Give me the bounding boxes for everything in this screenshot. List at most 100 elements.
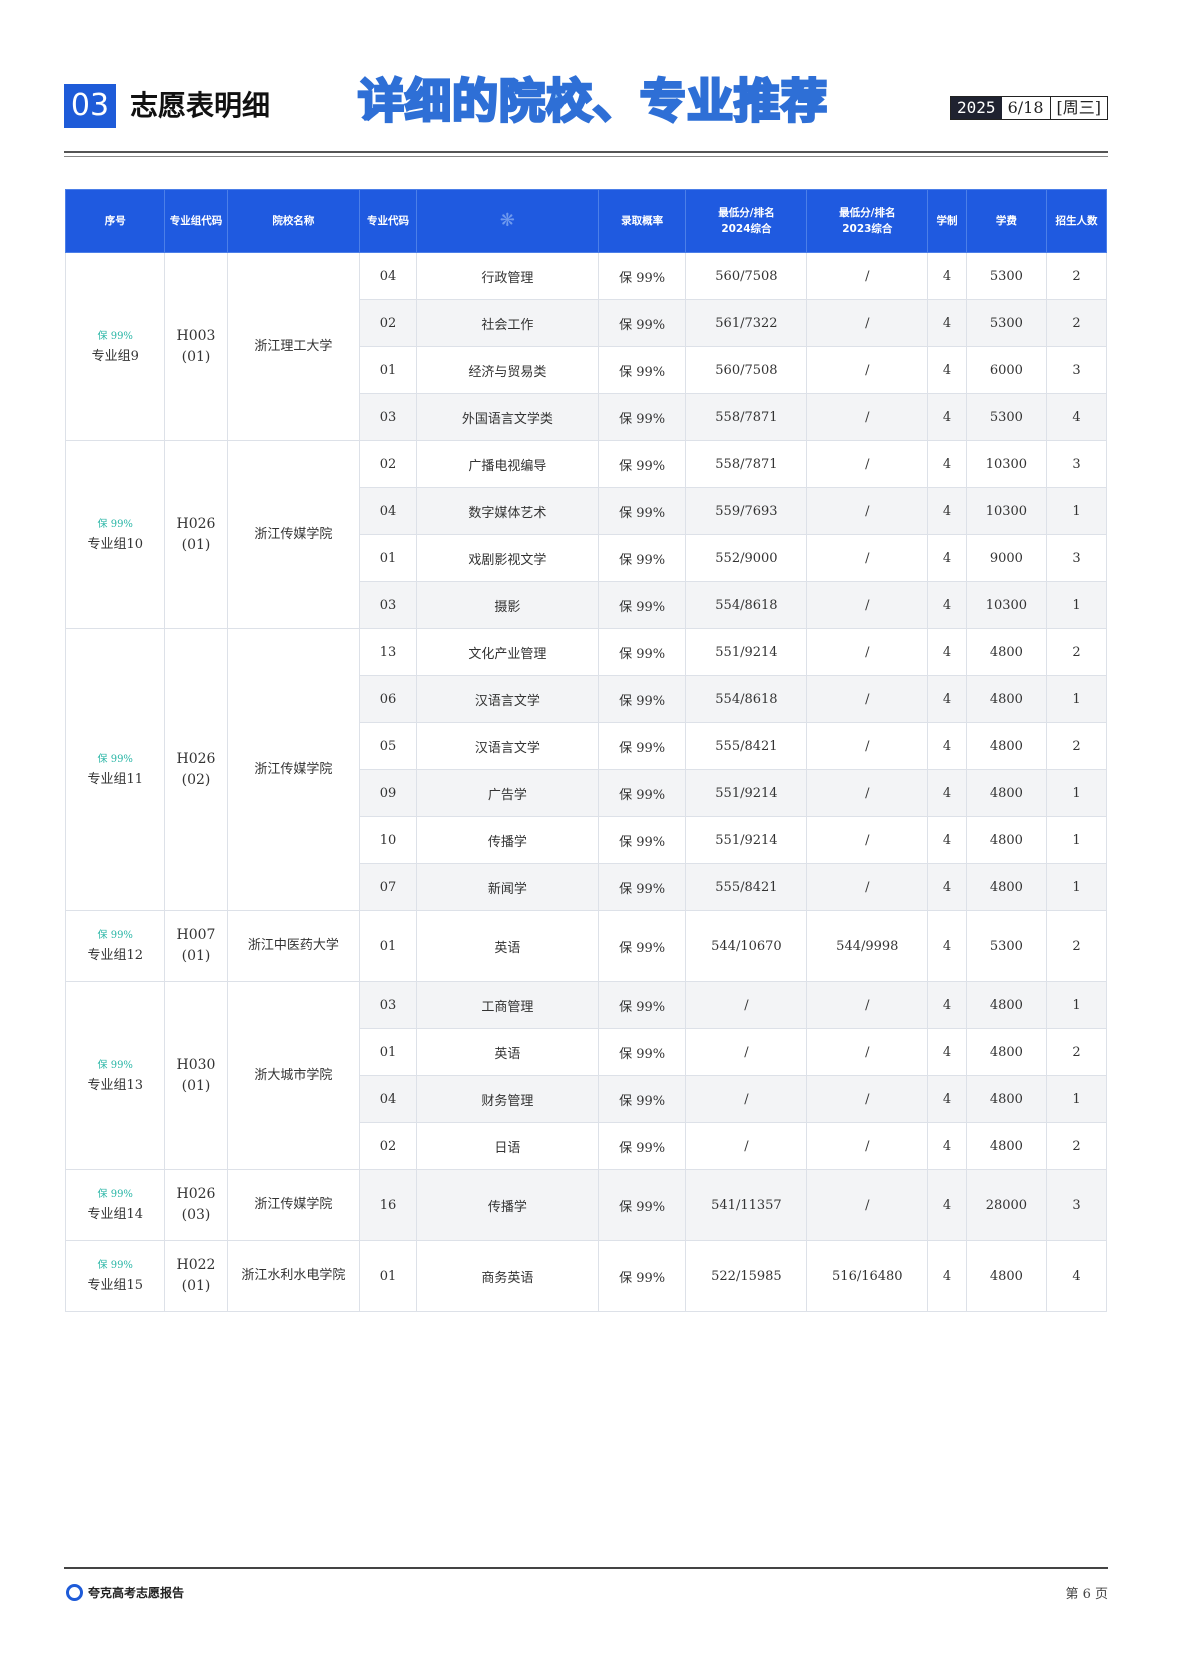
school-name: 浙大城市学院 [226,981,361,1170]
enrollment-quota: 1 [1046,675,1107,723]
score-rank-2023: / [806,487,929,535]
enrollment-quota: 3 [1046,1169,1107,1241]
group-name: 专业组13 [87,1077,144,1093]
score-rank-2023: / [806,816,929,864]
probability-badge: 保 99% [97,1059,133,1071]
column-header: 专业代码 [359,189,417,253]
group-name: 专业组12 [87,948,144,963]
group-index-cell: 保 99% 专业组11 [64,628,166,911]
major-code: 01 [359,346,417,394]
major-code: 05 [359,722,417,770]
tuition-fee: 5300 [965,910,1048,982]
major-code: 13 [359,628,417,676]
admission-probability: 保 99% [597,1028,687,1076]
column-header: 学制 [927,189,967,253]
page-header: 03 志愿表明细 详细的院校、专业推荐 2025 6/18 [周三] [64,73,1108,132]
table-row: 保 99% 专业组11 H026 (02) 浙江传媒学院 13 文化产业管理保 99% 551… [64,628,1107,911]
tuition-fee: 4800 [965,1240,1048,1312]
date-day: 6/18 [1007,98,1044,117]
group-index-cell: 保 99% 专业组10 [64,440,166,629]
admission-probability: 保 99% [597,299,687,347]
major-code: 02 [359,440,417,488]
footer-brand-text: 夸克高考志愿报告 [88,1586,185,1600]
section-title: 志愿表明细 [130,89,271,122]
score-rank-2023: / [806,1169,929,1241]
table-row: 保 99% 专业组10 H026 (01) 浙江传媒学院 02 广播电视编导保 99% 558… [64,440,1107,629]
study-years: 4 [927,628,967,676]
table-row: 保 99% 专业组14 H026 (03) 浙江传媒学院 16 传播学保 99% 541/11… [64,1169,1107,1241]
score-rank-2024: 558/7871 [685,393,808,441]
major-name: 文化产业管理 [415,628,599,676]
probability-badge: 保 99% [97,1189,133,1200]
major-name: 英语 [415,910,599,982]
major-name: 外国语言文学类 [415,393,599,441]
group-subcode: (01) [181,1077,211,1094]
score-rank-2024: 561/7322 [685,299,808,347]
score-rank-2024: / [685,981,808,1029]
tuition-fee: 4800 [965,675,1048,723]
group-subcode: (01) [181,348,211,365]
group-code-cell: H030 (01) [164,981,228,1170]
enrollment-quota: 2 [1046,252,1107,300]
school-name: 浙江传媒学院 [226,440,361,629]
admission-probability: 保 99% [597,581,687,629]
date-box: 2025 6/18 [周三] [950,96,1108,120]
admission-probability: 保 99% [597,816,687,864]
column-header: 专业组代码 [164,189,228,253]
enrollment-quota: 1 [1046,816,1107,864]
score-rank-2024: 558/7871 [685,440,808,488]
study-years: 4 [927,981,967,1029]
table-row: 保 99% 专业组13 H030 (01) 浙大城市学院 03 工商管理保 99% //4 48… [64,981,1107,1170]
score-rank-2023: / [806,1028,929,1076]
group-code-cell: H026 (01) [164,440,228,629]
major-name: 汉语言文学 [415,722,599,770]
probability-badge: 保 99% [97,1260,133,1271]
major-name: 社会工作 [415,299,599,347]
group-subcode: (01) [181,536,211,553]
score-rank-2024: / [685,1075,808,1123]
table-body: 保 99% 专业组9 H003 (01) 浙江理工大学 04 行政管理保 99% 560/75… [64,252,1107,1312]
study-years: 4 [927,1169,967,1241]
admission-probability: 保 99% [597,346,687,394]
major-code: 07 [359,863,417,911]
study-years: 4 [927,346,967,394]
score-rank-2024: 551/9214 [685,816,808,864]
score-rank-2024: 551/9214 [685,769,808,817]
score-rank-2024: 541/11357 [685,1169,808,1241]
major-code: 04 [359,252,417,300]
study-years: 4 [927,252,967,300]
tuition-fee: 5300 [965,299,1048,347]
enrollment-quota: 3 [1046,534,1107,582]
study-years: 4 [927,1075,967,1123]
admission-probability: 保 99% [597,981,687,1029]
group-subcode: (03) [181,1207,211,1223]
score-rank-2024: 555/8421 [685,722,808,770]
group-code-cell: H026 (02) [164,628,228,911]
major-name: 工商管理 [415,981,599,1029]
group-name: 专业组10 [87,536,144,552]
tuition-fee: 6000 [965,346,1048,394]
major-name: 新闻学 [415,863,599,911]
study-years: 4 [927,1028,967,1076]
score-rank-2024: 560/7508 [685,252,808,300]
enrollment-quota: 1 [1046,487,1107,535]
school-name: 浙江中医药大学 [226,910,361,982]
section-number: 03 [64,84,116,128]
admission-probability: 保 99% [597,910,687,982]
tuition-fee: 4800 [965,769,1048,817]
admission-probability: 保 99% [597,675,687,723]
group-name: 专业组14 [87,1207,144,1222]
score-rank-2023: / [806,346,929,394]
probability-badge: 保 99% [97,930,133,941]
group-code-cell: H003 (01) [164,252,228,441]
header-rule-thin [64,156,1108,157]
major-name: 戏剧影视文学 [415,534,599,582]
admission-probability: 保 99% [597,863,687,911]
study-years: 4 [927,816,967,864]
study-years: 4 [927,534,967,582]
study-years: 4 [927,1240,967,1312]
group-name: 专业组11 [87,771,144,787]
score-rank-2023: 544/9998 [806,910,929,982]
score-rank-2023: / [806,863,929,911]
major-name: 经济与贸易类 [415,346,599,394]
